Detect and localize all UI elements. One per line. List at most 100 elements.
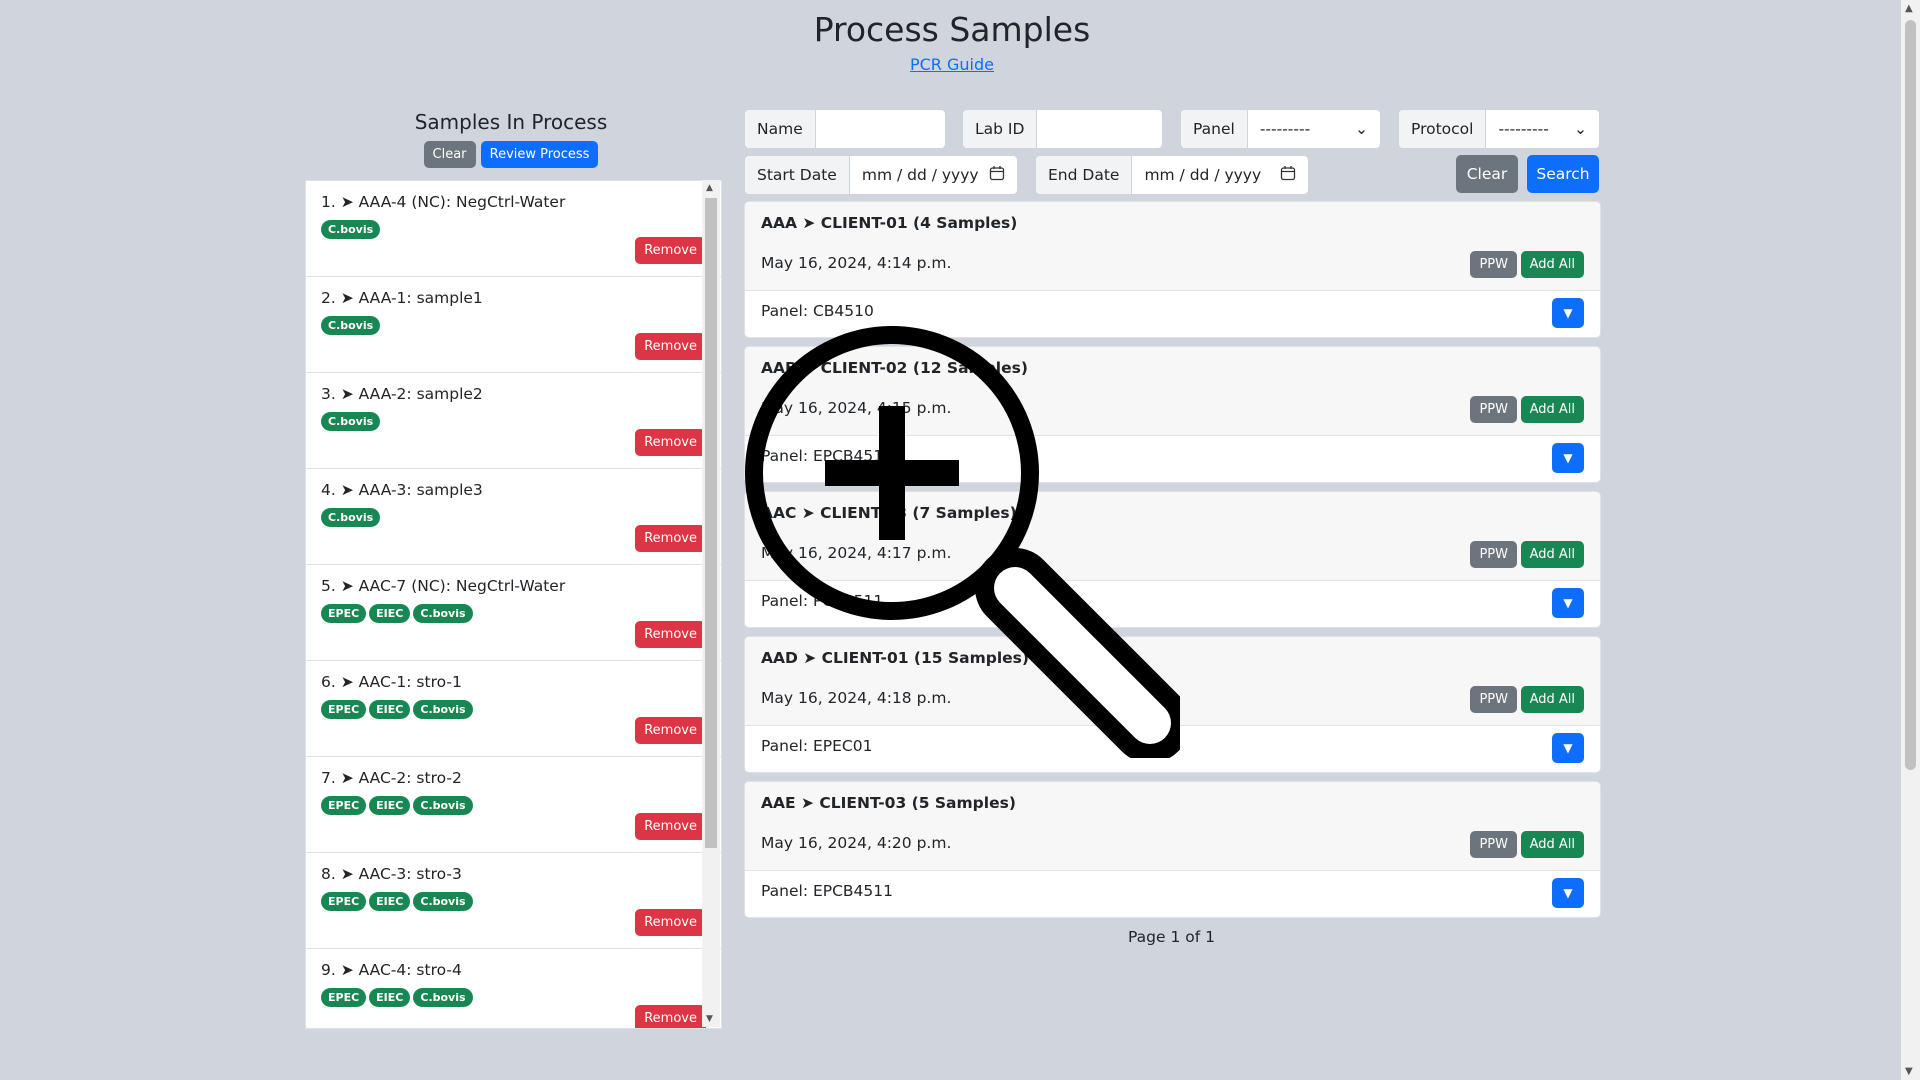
pcr-guide-link-wrap: PCR Guide xyxy=(0,55,1904,74)
page-scrollbar[interactable]: ▲ ▼ xyxy=(1901,0,1920,1080)
sample-group-card: AAC ➤ CLIENT-03 (7 Samples) May 16, 2024… xyxy=(744,491,1601,628)
sample-tags: EPEC EIEC C.bovis xyxy=(321,890,476,911)
remove-sample-button[interactable]: Remove xyxy=(635,429,706,456)
add-all-button[interactable]: Add All xyxy=(1520,686,1584,713)
name-filter: Name xyxy=(744,109,946,149)
remove-sample-button[interactable]: Remove xyxy=(635,1005,706,1028)
ppw-button[interactable]: PPW xyxy=(1470,541,1517,568)
sample-label: 5. ➤ AAC-7 (NC): NegCtrl-Water xyxy=(321,577,566,595)
panel-select[interactable]: --------- ⌄ xyxy=(1248,110,1380,148)
panel-tag: EPEC xyxy=(321,988,367,1007)
chevron-down-icon: ⌄ xyxy=(1355,120,1368,138)
end-date-label: End Date xyxy=(1036,156,1133,194)
card-title: AAC ➤ CLIENT-03 (7 Samples) xyxy=(761,504,1017,522)
samples-in-process-title: Samples In Process xyxy=(414,110,608,134)
remove-sample-button[interactable]: Remove xyxy=(635,525,706,552)
panel-tag: C.bovis xyxy=(413,604,473,623)
list-scrollbar[interactable]: ▲ ▼ xyxy=(702,180,720,1027)
calendar-icon[interactable] xyxy=(1280,165,1296,185)
list-item: 1. ➤ AAA-4 (NC): NegCtrl-Water C.bovis R… xyxy=(306,181,721,277)
sample-group-card: AAA ➤ CLIENT-01 (4 Samples) May 16, 2024… xyxy=(744,201,1601,338)
panel-filter: Panel --------- ⌄ xyxy=(1180,109,1381,149)
ppw-button[interactable]: PPW xyxy=(1470,396,1517,423)
sample-group-card: AAD ➤ CLIENT-01 (15 Samples) May 16, 202… xyxy=(744,636,1601,773)
list-item: 9. ➤ AAC-4: stro-4 EPEC EIEC C.bovis Remov… xyxy=(306,949,721,1028)
panel-tag: EIEC xyxy=(369,988,411,1007)
expand-button[interactable]: ▼ xyxy=(1552,733,1584,763)
add-all-button[interactable]: Add All xyxy=(1520,541,1584,568)
protocol-select[interactable]: --------- ⌄ xyxy=(1486,110,1599,148)
panel-tag: C.bovis xyxy=(321,316,381,335)
panel-tag: EPEC xyxy=(321,604,367,623)
scroll-down-icon[interactable]: ▼ xyxy=(1905,1066,1913,1077)
card-title: AAD ➤ CLIENT-01 (15 Samples) xyxy=(761,649,1029,667)
card-panel: Panel: EPCB4511 xyxy=(761,882,894,900)
sample-group-card: AAE ➤ CLIENT-03 (5 Samples) May 16, 2024… xyxy=(744,781,1601,918)
end-date-value: mm / dd / yyyy xyxy=(1144,166,1262,184)
labid-filter-label: Lab ID xyxy=(963,110,1038,148)
list-item: 5. ➤ AAC-7 (NC): NegCtrl-Water EPEC EIEC C… xyxy=(306,565,721,661)
protocol-filter-label: Protocol xyxy=(1399,110,1487,148)
list-item: 2. ➤ AAA-1: sample1 C.bovis Remove xyxy=(306,277,721,373)
add-all-button[interactable]: Add All xyxy=(1520,831,1584,858)
ppw-button[interactable]: PPW xyxy=(1470,686,1517,713)
card-title: AAB ➤ CLIENT-02 (12 Samples) xyxy=(761,359,1028,377)
expand-button[interactable]: ▼ xyxy=(1552,588,1584,618)
page-scrollbar-thumb[interactable] xyxy=(1905,20,1916,770)
pcr-guide-link[interactable]: PCR Guide xyxy=(910,55,994,74)
expand-button[interactable]: ▼ xyxy=(1552,298,1584,328)
card-date: May 16, 2024, 4:20 p.m. xyxy=(761,834,952,852)
expand-button[interactable]: ▼ xyxy=(1552,878,1584,908)
card-panel: Panel: EPCB4511 xyxy=(761,447,894,465)
add-all-button[interactable]: Add All xyxy=(1520,251,1584,278)
list-item: 8. ➤ AAC-3: stro-3 EPEC EIEC C.bovis Remov… xyxy=(306,853,721,949)
samples-in-process-list[interactable]: 1. ➤ AAA-4 (NC): NegCtrl-Water C.bovis R… xyxy=(305,180,722,1029)
sample-label: 8. ➤ AAC-3: stro-3 xyxy=(321,865,462,883)
sample-label: 2. ➤ AAA-1: sample1 xyxy=(321,289,483,307)
scroll-up-icon[interactable]: ▲ xyxy=(706,183,713,193)
panel-tag: EPEC xyxy=(321,796,367,815)
sample-group-card: AAB ➤ CLIENT-02 (12 Samples) May 16, 202… xyxy=(744,346,1601,483)
clear-filters-button[interactable]: Clear xyxy=(1456,155,1518,193)
clear-process-button[interactable]: Clear xyxy=(423,141,476,168)
start-date-input[interactable]: mm / dd / yyyy xyxy=(850,156,1017,194)
sample-label: 3. ➤ AAA-2: sample2 xyxy=(321,385,483,403)
review-process-button[interactable]: Review Process xyxy=(480,141,599,168)
panel-tag: C.bovis xyxy=(413,988,473,1007)
panel-tag: EIEC xyxy=(369,700,411,719)
protocol-filter: Protocol --------- ⌄ xyxy=(1398,109,1600,149)
remove-sample-button[interactable]: Remove xyxy=(635,909,706,936)
remove-sample-button[interactable]: Remove xyxy=(635,813,706,840)
sample-label: 6. ➤ AAC-1: stro-1 xyxy=(321,673,462,691)
panel-tag: EIEC xyxy=(369,892,411,911)
scroll-up-icon[interactable]: ▲ xyxy=(1905,3,1913,14)
remove-sample-button[interactable]: Remove xyxy=(635,333,706,360)
panel-tag: C.bovis xyxy=(321,508,381,527)
remove-sample-button[interactable]: Remove xyxy=(635,237,706,264)
list-item: 4. ➤ AAA-3: sample3 C.bovis Remove xyxy=(306,469,721,565)
end-date-input[interactable]: mm / dd / yyyy xyxy=(1132,156,1308,194)
start-date-label: Start Date xyxy=(745,156,850,194)
search-button[interactable]: Search xyxy=(1527,155,1599,193)
ppw-button[interactable]: PPW xyxy=(1470,831,1517,858)
ppw-button[interactable]: PPW xyxy=(1470,251,1517,278)
panel-tag: C.bovis xyxy=(413,892,473,911)
name-input[interactable] xyxy=(816,110,945,148)
list-item: 3. ➤ AAA-2: sample2 C.bovis Remove xyxy=(306,373,721,469)
expand-button[interactable]: ▼ xyxy=(1552,443,1584,473)
card-title: AAA ➤ CLIENT-01 (4 Samples) xyxy=(761,214,1018,232)
labid-input[interactable] xyxy=(1037,110,1162,148)
protocol-select-value: --------- xyxy=(1498,120,1549,138)
end-date-filter: End Date mm / dd / yyyy xyxy=(1035,155,1309,195)
card-date: May 16, 2024, 4:17 p.m. xyxy=(761,544,952,562)
scroll-down-icon[interactable]: ▼ xyxy=(706,1014,713,1024)
add-all-button[interactable]: Add All xyxy=(1520,396,1584,423)
sample-tags: C.bovis xyxy=(321,218,383,239)
calendar-icon[interactable] xyxy=(989,165,1005,185)
panel-tag: EPEC xyxy=(321,892,367,911)
sample-tags: EPEC EIEC C.bovis xyxy=(321,794,476,815)
card-panel: Panel: EPEC01 xyxy=(761,737,873,755)
list-scrollbar-thumb[interactable] xyxy=(705,198,717,848)
remove-sample-button[interactable]: Remove xyxy=(635,717,706,744)
remove-sample-button[interactable]: Remove xyxy=(635,621,706,648)
